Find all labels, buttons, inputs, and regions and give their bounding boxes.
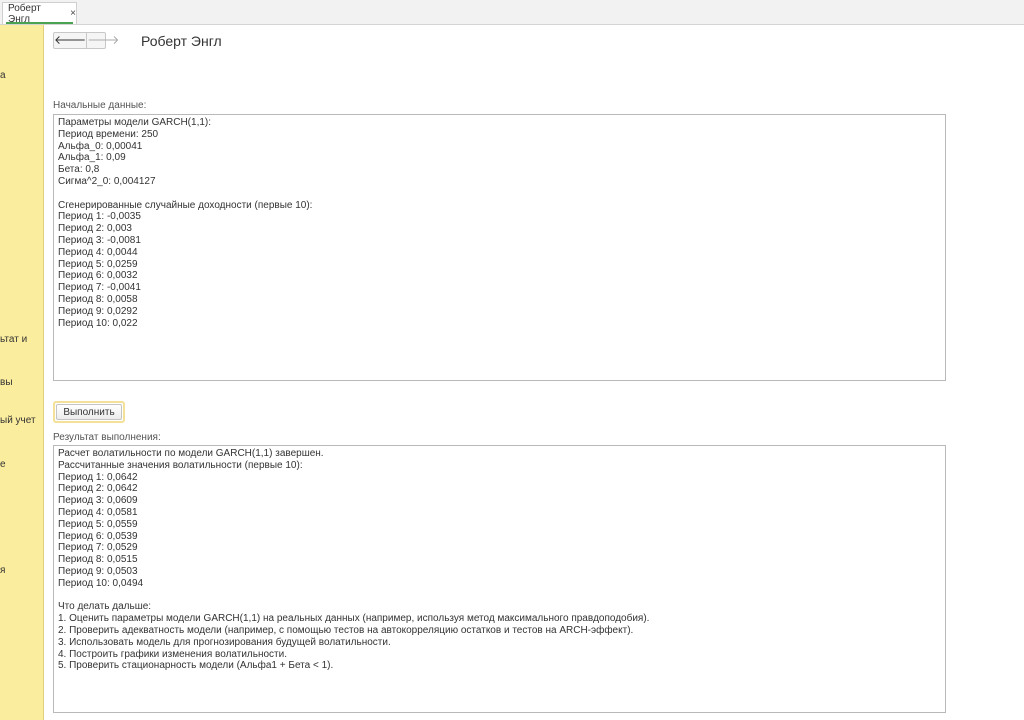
- text-line: Период 9: 0,0503: [58, 565, 138, 577]
- text-line: Сгенерированные случайные доходности (пе…: [58, 199, 313, 211]
- text-line: Период времени: 250: [58, 128, 159, 140]
- run-button[interactable]: Выполнить: [53, 401, 125, 423]
- active-tab-indicator: [6, 22, 73, 24]
- nav-buttons: 🡐 🡒: [53, 32, 119, 49]
- text-line: Период 2: 0,0642: [58, 483, 138, 495]
- text-line: Период 6: 0,0032: [58, 270, 138, 282]
- run-button-label: Выполнить: [56, 404, 122, 420]
- page-title: Роберт Энгл: [141, 33, 222, 49]
- result-label: Результат выполнения:: [53, 432, 161, 443]
- sidebar-item-1[interactable]: а: [0, 70, 6, 81]
- text-line: 4. Построить графики изменения волатильн…: [58, 648, 287, 660]
- text-line: Период 6: 0,0539: [58, 530, 138, 542]
- text-line: 5. Проверить стационарность модели (Альф…: [58, 660, 334, 672]
- text-line: Период 1: -0,0035: [58, 211, 141, 223]
- text-line: Период 7: 0,0529: [58, 542, 138, 554]
- text-line: Сигма^2_0: 0,004127: [58, 175, 156, 187]
- sidebar-item-6[interactable]: я: [0, 565, 5, 576]
- text-line: Период 8: 0,0515: [58, 554, 138, 566]
- sidebar-item-4[interactable]: ый учет: [0, 415, 36, 426]
- text-line: Бета: 0,8: [58, 164, 100, 176]
- text-line: Период 3: 0,0609: [58, 495, 138, 507]
- text-line: Период 10: 0,022: [58, 317, 138, 329]
- main-panel: 🡐 🡒 Роберт Энгл Начальные данные: Параме…: [45, 25, 1024, 720]
- text-line: Период 5: 0,0259: [58, 258, 138, 270]
- sidebar: а ьтат и вы ый учет е я: [0, 25, 44, 720]
- sidebar-item-5[interactable]: е: [0, 459, 6, 470]
- close-icon[interactable]: ×: [70, 8, 76, 19]
- sidebar-item-2[interactable]: ьтат и: [0, 334, 27, 345]
- input-label: Начальные данные:: [53, 100, 147, 111]
- input-textarea[interactable]: Параметры модели GARCH(1,1): Период време…: [53, 114, 946, 381]
- back-arrow-icon[interactable]: 🡐: [54, 33, 88, 48]
- text-line: Параметры модели GARCH(1,1):: [58, 117, 212, 128]
- text-line: Период 5: 0,0559: [58, 518, 138, 530]
- text-line: Период 9: 0,0292: [58, 305, 138, 317]
- text-line: Период 3: -0,0081: [58, 234, 141, 246]
- text-line: Период 8: 0,0058: [58, 293, 138, 305]
- text-line: Что делать дальше:: [58, 601, 152, 613]
- text-line: 2. Проверить адекватность модели (наприм…: [58, 624, 634, 636]
- text-line: Период 1: 0,0642: [58, 471, 138, 483]
- text-line: Период 4: 0,0044: [58, 246, 138, 258]
- forward-arrow-icon[interactable]: 🡒: [87, 33, 119, 48]
- text-line: Альфа_1: 0,09: [58, 152, 126, 164]
- tab-robert-engle[interactable]: Роберт Энгл ×: [2, 2, 77, 25]
- text-line: 3. Использовать модель для прогнозирован…: [58, 636, 391, 648]
- text-line: Период 4: 0,0581: [58, 506, 138, 518]
- text-line: [58, 188, 941, 200]
- text-line: Расчет волатильности по модели GARCH(1,1…: [58, 448, 324, 459]
- text-line: Период 10: 0,0494: [58, 577, 144, 589]
- result-textarea[interactable]: Расчет волатильности по модели GARCH(1,1…: [53, 445, 946, 713]
- text-line: [58, 590, 941, 602]
- text-line: Рассчитанные значения волатильности (пер…: [58, 459, 303, 471]
- text-line: 1. Оценить параметры модели GARCH(1,1) н…: [58, 613, 650, 625]
- text-line: Период 2: 0,003: [58, 223, 132, 235]
- text-line: Альфа_0: 0,00041: [58, 140, 143, 152]
- text-line: Период 7: -0,0041: [58, 282, 141, 294]
- sidebar-item-3[interactable]: вы: [0, 377, 13, 388]
- tab-bar: Роберт Энгл ×: [0, 0, 1024, 25]
